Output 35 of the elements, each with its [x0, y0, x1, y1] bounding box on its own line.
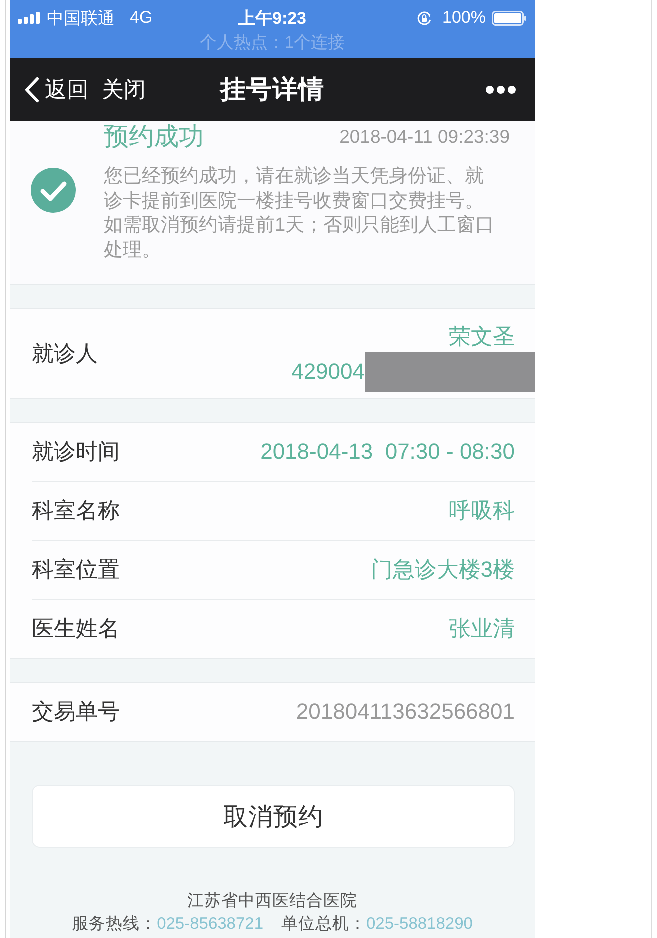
- field-label: 科室名称: [32, 497, 120, 525]
- patient-name: 荣文圣: [449, 323, 515, 351]
- contact-label: 单位总机：: [282, 914, 366, 935]
- field-value: 张业清: [449, 615, 515, 643]
- field-value: 201804113632566801: [296, 699, 515, 725]
- network-type: 4G: [130, 8, 153, 28]
- field-label: 医生姓名: [32, 615, 120, 643]
- contact-label: 服务热线：: [72, 914, 158, 935]
- field-value: 门急诊大楼3楼: [370, 556, 515, 584]
- result-message: 您已经预约成功，请在就诊当天凭身份证、就诊卡提前到医院一楼挂号收费窗口交费挂号。如需取消预约请提前1天；否则只能到人工窗口处理。: [104, 165, 496, 262]
- field-label: 就诊时间: [32, 438, 120, 466]
- carrier-name: 中国联通: [47, 8, 115, 30]
- field-value: 呼吸科: [449, 497, 515, 525]
- more-icon: [486, 86, 516, 94]
- field-label: 就诊人: [32, 340, 98, 368]
- cancel-button[interactable]: 取消预约: [32, 785, 515, 848]
- check-circle-icon: [31, 168, 76, 213]
- battery-percentage: 100%: [442, 8, 486, 28]
- field-value: 2018-04-13 07:30 - 08:30: [260, 439, 515, 465]
- page-title: 挂号详情: [220, 75, 324, 106]
- clock-time: 上午9:23: [238, 8, 307, 30]
- rotation-lock-icon: [416, 10, 432, 26]
- back-button[interactable]: 返回: [24, 74, 89, 104]
- id-number: 429004: [292, 359, 365, 385]
- hotspot-notice: 个人热点：1个连接: [200, 32, 346, 54]
- result-time: 2018-04-11 09:23:39: [340, 126, 510, 148]
- battery-icon: [492, 10, 527, 26]
- chevron-left-icon: [24, 76, 40, 102]
- status-title: 预约成功: [104, 122, 204, 153]
- field-label: 交易单号: [32, 698, 120, 726]
- signal-icon: [18, 12, 41, 24]
- close-button[interactable]: 关闭: [102, 74, 146, 104]
- more-button[interactable]: [486, 86, 516, 94]
- field-label: 科室位置: [32, 556, 120, 584]
- hospital-name: 江苏省中西医结合医院: [188, 891, 358, 912]
